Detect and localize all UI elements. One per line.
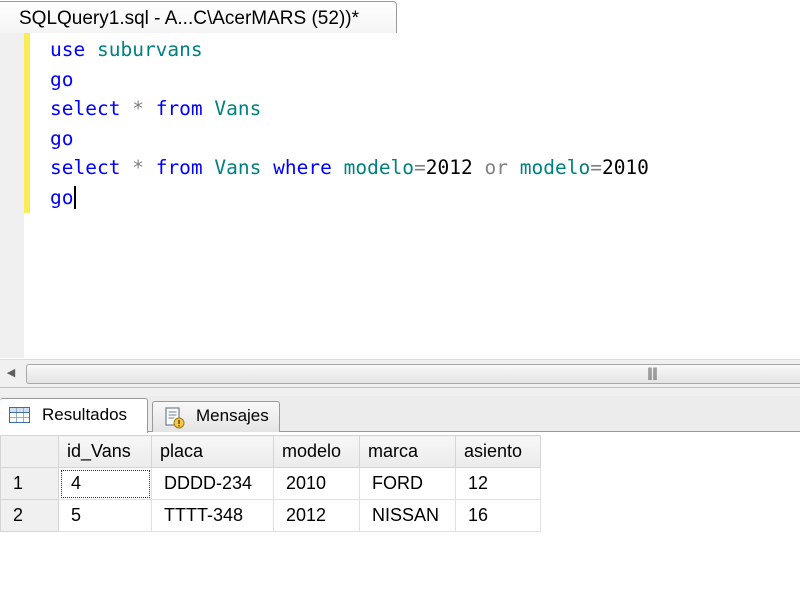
grid-header-row: id_Vans placa modelo marca asiento	[0, 435, 541, 468]
table-cell[interactable]: DDDD-234	[151, 467, 274, 500]
grip-icon: ‖‖	[647, 366, 658, 380]
tab-mensajes[interactable]: Mensajes	[152, 401, 280, 432]
text-caret	[74, 185, 77, 209]
results-tab-strip: Resultados Mensajes	[0, 396, 800, 433]
column-header-modelo[interactable]: modelo	[273, 435, 360, 468]
arrow-left-icon[interactable]: ◀	[0, 360, 22, 387]
sql-identifier: modelo	[519, 156, 591, 180]
document-tab-strip: SQLQuery1.sql - A...C\AcerMARS (52))*	[0, 0, 800, 34]
sql-identifier: modelo	[343, 156, 415, 180]
table-cell[interactable]: FORD	[359, 467, 456, 500]
table-cell[interactable]: 2010	[273, 467, 360, 500]
code-line[interactable]: go	[50, 65, 649, 95]
column-header-marca[interactable]: marca	[359, 435, 456, 468]
editor-horizontal-scrollbar[interactable]: ◀ ‖‖	[0, 359, 800, 387]
table-cell[interactable]: TTTT-348	[151, 499, 274, 532]
code-area[interactable]: use suburvans go select * from Vans go selec…	[50, 35, 649, 213]
table-cell[interactable]: 12	[455, 467, 541, 500]
column-header-id-vans[interactable]: id_Vans	[58, 435, 152, 468]
sql-operator: *	[132, 97, 144, 121]
row-number[interactable]: 2	[0, 499, 59, 532]
tab-resultados-label: Resultados	[42, 405, 128, 424]
sql-identifier: Vans	[214, 156, 262, 180]
sql-keyword: from	[155, 97, 203, 121]
sql-keyword: select	[50, 97, 121, 121]
table-cell[interactable]: 16	[455, 499, 541, 532]
messages-icon	[165, 407, 185, 429]
row-number[interactable]: 1	[0, 467, 59, 500]
tab-mensajes-label: Mensajes	[196, 406, 269, 425]
sql-keyword: select	[50, 156, 121, 180]
code-line[interactable]: select * from Vans where modelo=2012 or …	[50, 153, 649, 183]
tab-resultados[interactable]: Resultados	[0, 398, 148, 433]
sql-keyword: use	[50, 38, 86, 61]
grid-corner-cell[interactable]	[0, 435, 59, 468]
sql-identifier: Vans	[214, 97, 262, 121]
sql-keyword: where	[273, 156, 332, 180]
sql-keyword: go	[50, 126, 74, 150]
grid-icon	[9, 407, 30, 423]
sql-keyword: from	[155, 156, 203, 180]
sql-identifier: suburvans	[96, 38, 203, 61]
sql-operator: =	[414, 156, 426, 180]
results-pane: id_Vans placa modelo marca asiento 1 4 D…	[0, 432, 800, 598]
table-cell[interactable]: NISSAN	[359, 499, 456, 532]
table-cell[interactable]: 5	[58, 499, 152, 532]
table-row[interactable]: 1 4 DDDD-234 2010 FORD 12	[0, 467, 541, 500]
results-grid: id_Vans placa modelo marca asiento 1 4 D…	[0, 435, 541, 532]
pane-splitter[interactable]	[0, 387, 800, 396]
table-cell[interactable]: 4	[58, 467, 152, 500]
code-line[interactable]: use suburvans	[50, 35, 649, 65]
sql-operator: or	[484, 156, 508, 180]
document-tab[interactable]: SQLQuery1.sql - A...C\AcerMARS (52))*	[0, 1, 397, 34]
sql-operator: *	[132, 156, 144, 180]
code-line[interactable]: select * from Vans	[50, 94, 649, 124]
table-cell[interactable]: 2012	[273, 499, 360, 532]
table-row[interactable]: 2 5 TTTT-348 2012 NISSAN 16	[0, 499, 541, 532]
scrollbar-thumb[interactable]: ‖‖	[26, 364, 800, 384]
sql-number: 2010	[601, 156, 649, 180]
code-line[interactable]: go	[50, 124, 649, 154]
code-line[interactable]: go	[50, 183, 649, 213]
editor-gutter	[0, 33, 24, 358]
sql-keyword: go	[50, 185, 74, 209]
column-header-placa[interactable]: placa	[151, 435, 274, 468]
query-editor[interactable]: use suburvans go select * from Vans go selec…	[0, 33, 800, 358]
sql-number: 2012	[425, 156, 473, 180]
sql-keyword: go	[50, 67, 74, 91]
changed-lines-marker	[24, 33, 30, 213]
column-header-asiento[interactable]: asiento	[455, 435, 541, 468]
sql-operator: =	[590, 156, 602, 180]
